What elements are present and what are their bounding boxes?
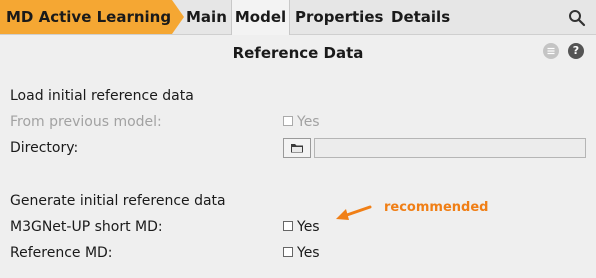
from-previous-label: From previous model: — [10, 114, 162, 130]
generate-section-heading: Generate initial reference data — [10, 193, 226, 209]
browse-folder-button[interactable] — [283, 138, 311, 158]
tab-bar: MD Active Learning Main Model Properties… — [0, 0, 596, 35]
checkbox-label: Yes — [297, 245, 320, 261]
load-section-heading: Load initial reference data — [10, 88, 194, 104]
tab-main[interactable]: Main — [186, 0, 227, 34]
directory-input[interactable] — [314, 138, 586, 158]
m3gnet-checkbox[interactable]: Yes — [283, 219, 320, 235]
tab-model[interactable]: Model — [231, 0, 290, 35]
tab-details[interactable]: Details — [391, 0, 450, 34]
directory-label: Directory: — [10, 140, 79, 156]
search-icon[interactable] — [568, 9, 586, 27]
recommended-annotation: recommended — [384, 200, 489, 215]
checkbox-box[interactable] — [283, 116, 293, 126]
from-previous-checkbox[interactable]: Yes — [283, 114, 320, 130]
folder-icon — [291, 144, 303, 153]
checkbox-label: Yes — [297, 219, 320, 235]
annotation-arrow-icon — [336, 205, 372, 220]
panel-title: Reference Data — [232, 44, 364, 62]
reference-md-checkbox[interactable]: Yes — [283, 245, 320, 261]
reference-md-label: Reference MD: — [10, 245, 113, 261]
checkbox-box[interactable] — [283, 221, 293, 231]
menu-icon[interactable] — [543, 43, 559, 59]
m3gnet-label: M3GNet-UP short MD: — [10, 219, 163, 235]
checkbox-box[interactable] — [283, 247, 293, 257]
checkbox-label: Yes — [297, 114, 320, 130]
breadcrumb[interactable]: MD Active Learning — [0, 0, 184, 34]
tab-properties[interactable]: Properties — [295, 0, 383, 34]
help-button[interactable]: ? — [568, 43, 584, 59]
